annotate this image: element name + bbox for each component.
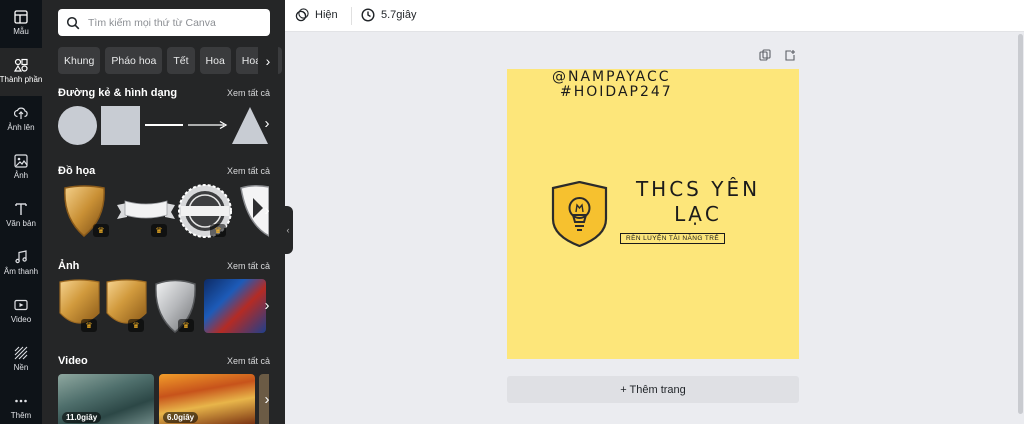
rail-label: Ảnh lên <box>7 123 35 132</box>
chevron-left-icon: ‹ <box>286 225 290 235</box>
upload-icon <box>14 107 28 119</box>
rail-background[interactable]: Nền <box>0 336 42 384</box>
photos-next-icon[interactable]: › <box>260 297 274 314</box>
rail-elements[interactable]: Thành phần <box>0 48 42 96</box>
show-icon <box>295 8 309 22</box>
see-all-graphics-link[interactable]: Xem tất cả <box>227 166 270 176</box>
video-duration: 6.0giây <box>163 412 199 423</box>
rail-label: Mẫu <box>13 27 29 36</box>
hero-artwork-photo[interactable] <box>204 279 266 333</box>
elements-icon <box>14 58 28 72</box>
search-input[interactable] <box>88 16 268 29</box>
chips-next-icon[interactable]: › <box>258 47 278 74</box>
rail-more[interactable]: Thêm <box>0 384 42 424</box>
filter-chips: Khung Pháo hoa Tết Hoa Hoa đà <box>58 47 282 74</box>
square-shape[interactable] <box>101 106 140 145</box>
design-canvas[interactable]: @NAMPAYACC #HOIDAP247 THCS YÊN LẠC RÈN L… <box>507 69 799 359</box>
premium-crown-icon: ♛ <box>151 224 167 237</box>
premium-crown-icon: ♛ <box>210 224 226 237</box>
line-shape[interactable] <box>145 124 183 126</box>
rail-audio[interactable]: Âm thanh <box>0 240 42 288</box>
duplicate-page-icon[interactable] <box>759 49 771 61</box>
search-icon <box>66 16 80 29</box>
rail-label: Thành phần <box>0 75 43 84</box>
section-title-lines: Đường kẻ & hình dạng <box>58 87 178 99</box>
premium-crown-icon: ♛ <box>128 319 144 332</box>
rail-templates[interactable]: Mẫu <box>0 0 42 48</box>
chip-flowers[interactable]: Hoa <box>199 47 231 74</box>
video-icon <box>14 299 28 311</box>
section-title-videos: Video <box>58 355 88 367</box>
rail-text[interactable]: Văn bản <box>0 192 42 240</box>
show-label: Hiện <box>315 9 338 21</box>
section-title-graphics: Đồ họa <box>58 165 96 177</box>
brand-title[interactable]: THCS YÊN LẠC <box>623 177 773 227</box>
time-label: 5.7giây <box>381 9 417 21</box>
rail-label: Văn bản <box>6 219 36 228</box>
editor-toolbar: Hiện 5.7giây <box>285 0 1024 32</box>
rail-label: Âm thanh <box>3 267 39 276</box>
add-page-button[interactable]: + Thêm trang <box>507 376 799 403</box>
brand-tagline[interactable]: RÈN LUYỆN TÀI NĂNG TRẺ <box>620 233 726 244</box>
see-all-photos-link[interactable]: Xem tất cả <box>227 261 270 271</box>
lines-next-icon[interactable]: › <box>260 115 274 132</box>
premium-crown-icon: ♛ <box>93 224 109 237</box>
add-page-icon[interactable] <box>784 49 796 61</box>
clock-icon <box>361 8 375 22</box>
photos-icon <box>14 154 28 168</box>
editor-scrollbar[interactable] <box>1018 34 1023 414</box>
audio-icon <box>15 250 27 264</box>
videos-next-icon[interactable]: › <box>260 391 274 408</box>
video-thumb-water[interactable]: 11.0giây <box>58 374 154 424</box>
background-icon <box>14 346 28 360</box>
text-icon <box>15 203 27 215</box>
rail-photos[interactable]: Ảnh <box>0 144 42 192</box>
arrow-line-shape[interactable] <box>188 119 228 131</box>
see-all-videos-link[interactable]: Xem tất cả <box>227 356 270 366</box>
left-rail: Mẫu Thành phần Ảnh lên Ảnh Văn bản Âm th… <box>0 0 42 424</box>
graphics-next-icon[interactable]: › <box>260 202 274 219</box>
chip-frames[interactable]: Khung <box>58 47 101 74</box>
circle-shape[interactable] <box>58 106 97 145</box>
video-duration: 11.0giây <box>62 412 102 423</box>
template-icon <box>14 10 28 24</box>
rail-label: Thêm <box>10 411 32 420</box>
show-toggle[interactable]: Hiện <box>295 8 338 22</box>
more-icon <box>15 399 27 403</box>
chip-fireworks[interactable]: Pháo hoa <box>105 47 163 74</box>
rail-video[interactable]: Video <box>0 288 42 336</box>
timing-button[interactable]: 5.7giây <box>361 8 416 22</box>
elements-panel: Khung Pháo hoa Tết Hoa Hoa đà › Đường kẻ… <box>42 0 285 424</box>
section-title-photos: Ảnh <box>58 260 80 272</box>
see-all-lines-link[interactable]: Xem tất cả <box>227 88 270 98</box>
rail-uploads[interactable]: Ảnh lên <box>0 96 42 144</box>
chip-tet[interactable]: Tết <box>167 47 195 74</box>
ribbon-banner-graphic[interactable] <box>117 197 175 223</box>
rail-label: Video <box>10 315 32 324</box>
search-box[interactable] <box>58 9 270 36</box>
collapse-panel-button[interactable]: ‹ <box>283 206 293 254</box>
watermark-hashtag[interactable]: #HOIDAP247 <box>560 84 673 100</box>
rail-label: Nền <box>13 363 29 372</box>
rail-label: Ảnh <box>13 171 29 180</box>
watermark-handle[interactable]: @NAMPAYACC <box>552 69 671 85</box>
premium-crown-icon: ♛ <box>81 319 97 332</box>
video-thumb-fire[interactable]: 6.0giây <box>159 374 255 424</box>
premium-crown-icon: ♛ <box>178 319 194 332</box>
lightbulb-shield-logo[interactable] <box>550 181 609 247</box>
toolbar-divider <box>351 7 352 25</box>
